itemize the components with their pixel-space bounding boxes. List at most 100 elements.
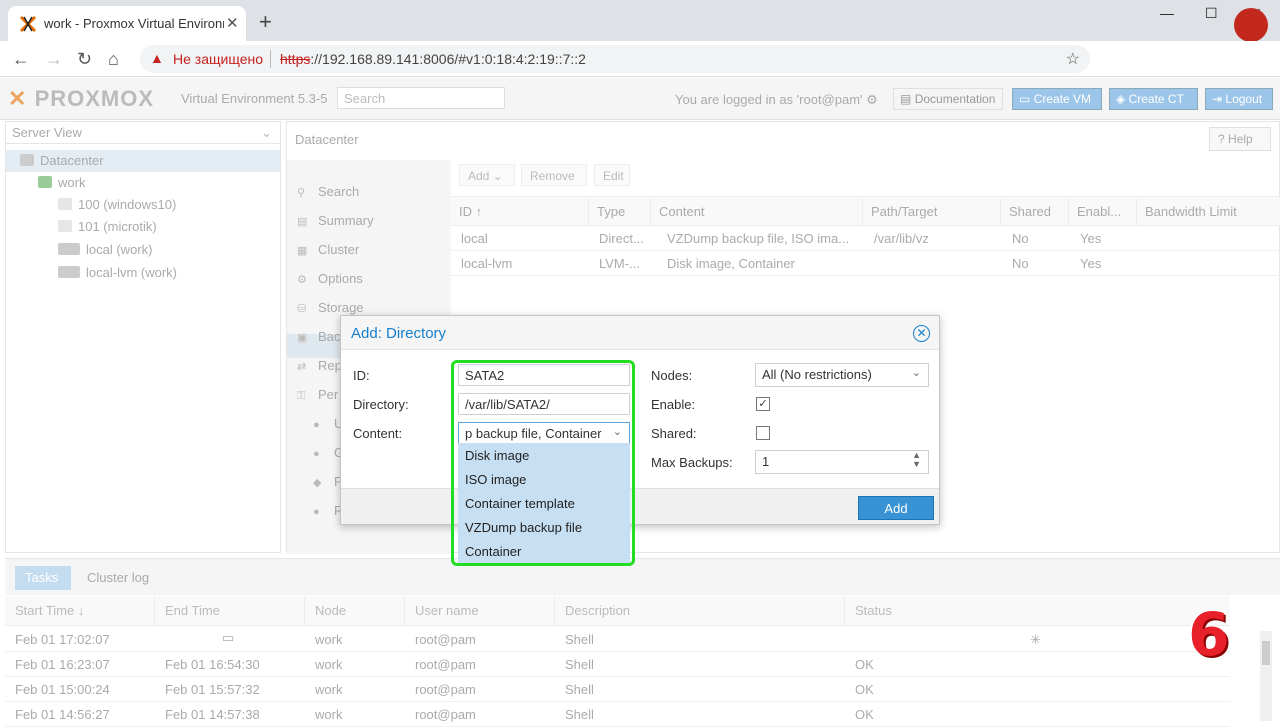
add-button[interactable]: Add ⌄ (459, 164, 515, 186)
table-row[interactable]: local-lvm LVM-... Disk image, Container … (451, 251, 1280, 276)
nav-item-users[interactable]: ● U (313, 416, 343, 431)
home-icon[interactable]: ⌂ (108, 49, 119, 70)
close-tab-icon[interactable]: ✕ (226, 14, 239, 32)
column-header-start-time[interactable]: Start Time ↓ (15, 603, 84, 618)
server-view-selector[interactable]: Server View ⌄ (6, 122, 280, 144)
nodes-select[interactable]: All (No restrictions) ⌄ (755, 363, 929, 387)
column-header-shared[interactable]: Shared (1001, 198, 1069, 226)
table-row[interactable]: Feb 01 16:23:07 Feb 01 16:54:30 work roo… (5, 652, 1230, 677)
maximize-icon[interactable]: ☐ (1205, 5, 1218, 22)
column-header-path[interactable]: Path/Target (863, 198, 1001, 226)
help-label: Help (1228, 132, 1253, 146)
max-backups-stepper[interactable]: 1 ▲ ▼ (755, 450, 929, 474)
cell-user: root@pam (415, 632, 476, 647)
nav-item-options[interactable]: ⚙ Options (297, 271, 363, 286)
nav-item-search[interactable]: ⚲ Search (297, 184, 359, 199)
column-divider (404, 596, 405, 626)
nav-item-permissions[interactable]: ⚿ Per (297, 387, 338, 403)
spinner-arrows-icon[interactable]: ▲ ▼ (912, 451, 921, 469)
nav-item-pools[interactable]: ◆ P (313, 474, 343, 489)
remove-button[interactable]: Remove (521, 164, 587, 186)
scrollbar-thumb[interactable] (1262, 641, 1270, 665)
monitor-icon: ▭ (222, 630, 235, 645)
nav-item-cluster[interactable]: ▦ Cluster (297, 242, 359, 257)
tree-node-vm-101[interactable]: 101 (microtik) (58, 219, 157, 241)
nav-label: Bac (318, 329, 341, 344)
user-icon: ● (313, 419, 320, 431)
floppy-icon: ▣ (297, 332, 308, 344)
nav-label: Options (318, 271, 363, 286)
documentation-button[interactable]: ▤ Documentation (893, 88, 1003, 110)
edit-button[interactable]: Edit (594, 164, 630, 186)
table-row[interactable]: Feb 01 15:00:24 Feb 01 15:57:32 work roo… (5, 677, 1230, 702)
server-icon: ▦ (297, 245, 308, 257)
tasks-grid-header: Start Time ↓ End Time Node User name Des… (5, 596, 1230, 626)
column-header-bandwidth[interactable]: Bandwidth Limit (1137, 198, 1280, 226)
nav-item-summary[interactable]: ▤ Summary (297, 213, 374, 228)
reload-icon[interactable]: ↻ (77, 49, 92, 70)
create-ct-button[interactable]: ◈ Create CT (1109, 88, 1198, 110)
back-icon[interactable]: ← (12, 49, 30, 70)
remove-label: Remove (530, 169, 575, 183)
cell-user: root@pam (415, 657, 476, 672)
column-divider (844, 596, 845, 626)
url-bar[interactable]: ▲ Не защищено https://192.168.89.141:800… (140, 45, 1090, 73)
nav-item-backup[interactable]: ▣ Bac (297, 329, 340, 344)
table-row[interactable]: Feb 01 14:56:27 Feb 01 14:57:38 work roo… (5, 702, 1230, 727)
gear-icon[interactable]: ⚙ (866, 92, 878, 107)
cell-start: Feb 01 17:02:07 (15, 632, 110, 647)
tasks-scrollbar[interactable] (1260, 631, 1272, 721)
column-header-description[interactable]: Description (565, 603, 630, 618)
warning-icon: ▲ (150, 50, 164, 66)
logged-in-text: You are logged in as 'root@pam' (675, 92, 863, 107)
tab-tasks[interactable]: Tasks (15, 566, 71, 590)
tab-cluster-log[interactable]: Cluster log (87, 570, 149, 585)
help-button[interactable]: ? Help (1209, 127, 1271, 151)
profile-avatar[interactable] (1234, 8, 1268, 42)
nav-item-storage[interactable]: ⛁ Storage (297, 300, 364, 315)
enable-checkbox[interactable]: ✓ (756, 397, 770, 411)
unlock-icon: ⚿ (297, 390, 306, 402)
column-header-id[interactable]: ID ↑ (451, 198, 589, 226)
search-input[interactable]: Search (337, 87, 505, 109)
minimize-icon[interactable]: — (1160, 5, 1174, 21)
column-header-type[interactable]: Type (589, 198, 651, 226)
cell-status: OK (855, 657, 874, 672)
table-row[interactable]: Feb 01 17:02:07 ▭ work root@pam Shell ✳ (5, 627, 1230, 652)
column-label: Shared (1009, 204, 1051, 219)
nav-label: Summary (318, 213, 374, 228)
url-scheme: https (280, 51, 311, 67)
column-header-status[interactable]: Status (855, 603, 892, 618)
storage-icon (58, 243, 80, 255)
tasks-panel: Tasks Cluster log Start Time ↓ End Time … (5, 558, 1280, 727)
table-row[interactable]: local Direct... VZDump backup file, ISO … (451, 226, 1280, 251)
logout-button[interactable]: ⇥ Logout (1205, 88, 1273, 110)
column-header-end-time[interactable]: End Time (165, 603, 220, 618)
create-vm-button[interactable]: ▭ Create VM (1012, 88, 1102, 110)
chevron-down-icon: ⌄ (261, 125, 272, 140)
column-header-content[interactable]: Content (651, 198, 863, 226)
cell-end: Feb 01 15:57:32 (165, 682, 260, 697)
tree-node-work[interactable]: work (38, 175, 85, 197)
column-header-enable[interactable]: Enabl... (1069, 198, 1137, 226)
book-icon: ▤ (900, 92, 912, 106)
tree-node-label: 100 (windows10) (78, 197, 177, 212)
new-tab-icon[interactable]: + (259, 9, 272, 35)
tree-node-vm-100[interactable]: 100 (windows10) (58, 197, 176, 219)
shared-checkbox[interactable] (756, 426, 770, 440)
chevron-down-icon: ⌄ (492, 169, 503, 183)
browser-tab[interactable]: work - Proxmox Virtual Environm ✕ (8, 6, 246, 41)
nav-item-replication[interactable]: ⇄ Rep (297, 358, 342, 373)
column-label: Bandwidth Limit (1145, 204, 1237, 219)
tree-node-datacenter[interactable]: Datacenter (20, 153, 104, 175)
nav-item-roles[interactable]: ● R (313, 503, 343, 518)
bookmark-star-icon[interactable]: ☆ (1066, 49, 1080, 69)
forward-icon[interactable]: → (45, 49, 63, 70)
tree-node-storage-local-lvm[interactable]: local-lvm (work) (58, 265, 177, 287)
add-button[interactable]: Add (858, 496, 934, 520)
column-header-node[interactable]: Node (315, 603, 346, 618)
tree-node-label: local (work) (86, 242, 153, 257)
column-header-user[interactable]: User name (415, 603, 479, 618)
tree-node-storage-local[interactable]: local (work) (58, 242, 152, 264)
close-icon[interactable]: ✕ (913, 325, 930, 342)
